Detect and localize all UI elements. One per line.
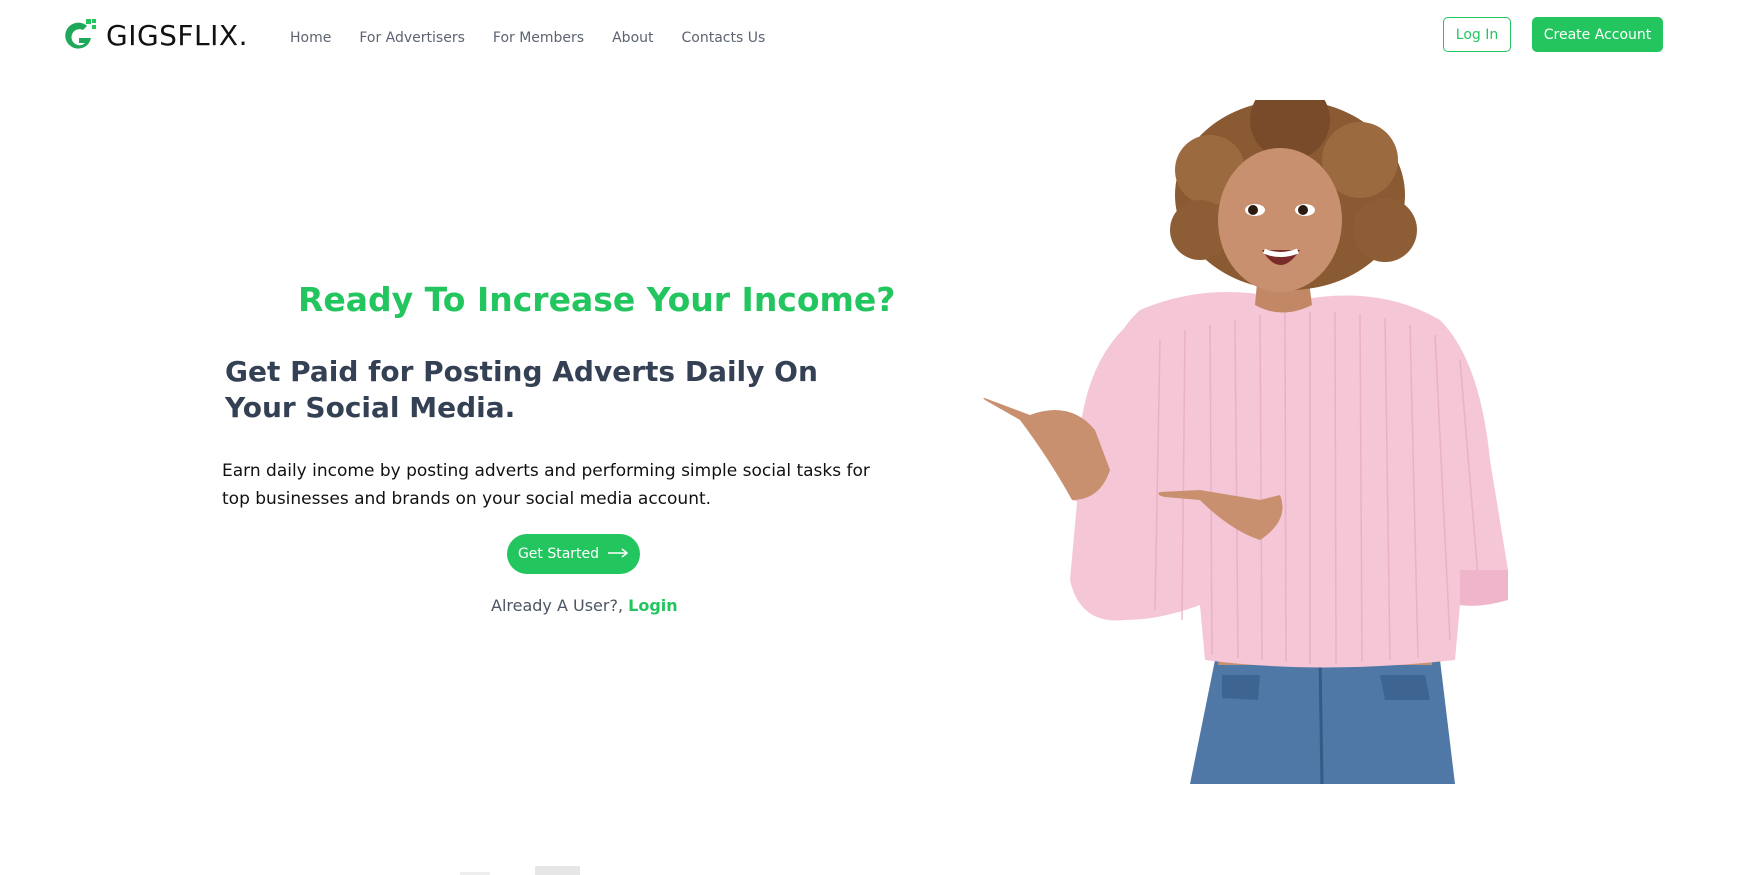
- hero-subtitle: Get Paid for Posting Adverts Daily On Yo…: [225, 355, 818, 424]
- already-user-text: Already A User?, Login: [491, 596, 678, 615]
- main-nav: Home For Advertisers For Members About C…: [290, 30, 793, 46]
- nav-home[interactable]: Home: [290, 30, 331, 46]
- arrow-right-icon: [607, 546, 629, 562]
- hero-description: Earn daily income by posting adverts and…: [222, 461, 870, 509]
- login-button[interactable]: Log In: [1443, 17, 1511, 52]
- below-fold-graphic: [440, 862, 610, 875]
- hero-woman-image: [960, 80, 1540, 785]
- nav-contacts[interactable]: Contacts Us: [682, 30, 766, 46]
- login-link[interactable]: Login: [628, 596, 678, 615]
- already-user-label: Already A User?,: [491, 596, 624, 615]
- hero-title: Ready To Increase Your Income?: [298, 280, 896, 319]
- brand-logo[interactable]: GIGSFLIX.: [60, 16, 248, 54]
- nav-about[interactable]: About: [612, 30, 653, 46]
- landing-page: GIGSFLIX. Home For Advertisers For Membe…: [0, 0, 1737, 875]
- gigsflix-logo-icon: [60, 16, 98, 54]
- nav-for-advertisers[interactable]: For Advertisers: [359, 30, 465, 46]
- get-started-label: Get Started: [517, 546, 600, 562]
- brand-name: GIGSFLIX.: [106, 18, 248, 52]
- create-account-button[interactable]: Create Account: [1532, 17, 1663, 52]
- get-started-button[interactable]: Get Started: [507, 534, 640, 574]
- nav-for-members[interactable]: For Members: [493, 30, 584, 46]
